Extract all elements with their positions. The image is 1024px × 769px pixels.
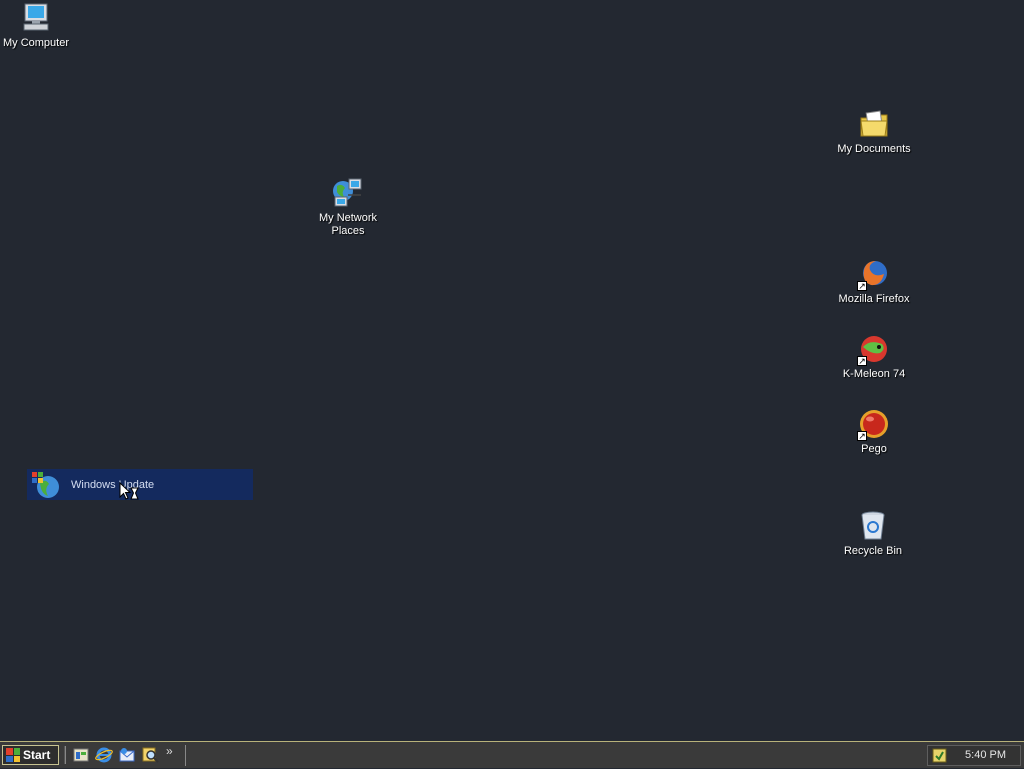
windows-flag-icon — [6, 748, 20, 762]
tray-app-icon[interactable] — [932, 748, 947, 763]
shortcut-arrow-icon: ↗ — [857, 356, 867, 366]
show-desktop-icon[interactable] — [72, 746, 90, 764]
desktop-icon-my-documents[interactable]: My Documents — [829, 108, 919, 156]
desktop-icon-label: My Computer — [2, 37, 70, 49]
clock[interactable]: 5:40 PM — [965, 749, 1006, 761]
start-label: Start — [23, 748, 51, 762]
folder-documents-icon — [858, 108, 890, 140]
desktop-icon-label: Mozilla Firefox — [838, 293, 910, 305]
desktop[interactable]: My Computer My Documents My Network Plac… — [0, 0, 1024, 741]
windows-update-label: Windows Update — [71, 478, 155, 491]
taskbar-button-area[interactable] — [185, 745, 926, 766]
start-button[interactable]: Start — [2, 745, 59, 765]
desktop-icon-my-network-places[interactable]: My Network Places — [303, 177, 393, 238]
kmeleon-icon: ↗ — [857, 333, 890, 366]
search-icon[interactable] — [141, 746, 159, 764]
desktop-icon-mozilla-firefox[interactable]: ↗ Mozilla Firefox — [829, 258, 919, 306]
busy-cursor-icon — [119, 481, 141, 507]
internet-explorer-icon[interactable] — [95, 746, 113, 764]
recycle-bin-icon — [857, 510, 889, 542]
desktop-icon-pego[interactable]: ↗ Pego — [829, 408, 919, 456]
desktop-icon-label: My Network Places — [318, 212, 378, 237]
pego-icon: ↗ — [857, 408, 890, 441]
computer-icon — [20, 2, 52, 34]
system-tray: 5:40 PM — [927, 745, 1021, 766]
desktop-icon-label: Recycle Bin — [843, 545, 903, 557]
outlook-express-icon[interactable] — [118, 746, 136, 764]
desktop-icon-my-computer[interactable]: My Computer — [0, 2, 81, 50]
desktop-icon-recycle-bin[interactable]: Recycle Bin — [828, 510, 918, 558]
desktop-icon-label: Pego — [861, 443, 887, 455]
quick-launch-overflow-chevron[interactable]: » — [166, 744, 173, 758]
desktop-icon-k-meleon[interactable]: ↗ K-Meleon 74 — [829, 333, 919, 381]
windows-update-icon — [30, 469, 62, 501]
firefox-icon: ↗ — [857, 258, 890, 291]
taskbar-separator — [64, 746, 66, 764]
shortcut-arrow-icon: ↗ — [857, 281, 867, 291]
shortcut-arrow-icon: ↗ — [857, 431, 867, 441]
desktop-icon-label: K-Meleon 74 — [842, 368, 906, 380]
network-places-icon — [332, 177, 364, 209]
taskbar: Start » 5:40 PM — [0, 741, 1024, 768]
desktop-icon-label: My Documents — [837, 143, 911, 155]
